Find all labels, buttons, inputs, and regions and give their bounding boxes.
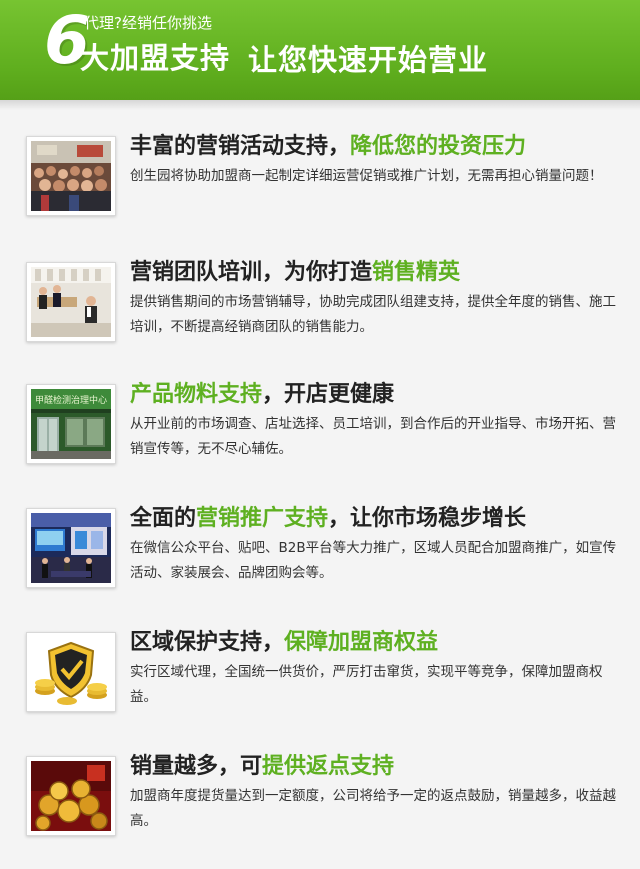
title-highlight: 提供返点支持 (262, 754, 395, 779)
title-prefix: 区域保护支持， (130, 630, 285, 655)
support-item-materials: 甲醛检测治理中心 产品物料支持，开店更健康 从开业前的市场调查、店址选择、员工培… (26, 382, 626, 484)
support-item-description: 加盟商年度提货量达到一定额度，公司将给予一定的返点鼓励，销量越多，收益越高。 (130, 788, 616, 829)
support-item-title: 产品物料支持，开店更健康 (130, 380, 394, 410)
header-tagline: 让您快速开始营业 (248, 43, 489, 77)
training-room-photo-icon (26, 262, 116, 342)
support-item-promotion: 全面的营销推广支持，让你市场稳步增长 在微信公众平台、贴吧、B2B平台等大力推广… (26, 506, 626, 608)
support-item-title: 销量越多，可提供返点支持 (130, 752, 394, 782)
title-prefix: 全面的 (130, 506, 197, 531)
support-item-team-training: 营销团队培训，为你打造销售精英 提供销售期间的市场营销辅导，协助完成团队组建支持… (26, 260, 626, 362)
title-highlight: 保障加盟商权益 (284, 630, 439, 655)
title-highlight: 降低您的投资压力 (350, 134, 527, 159)
title-highlight: 销售精英 (372, 260, 461, 285)
support-item-description: 创生园将协助加盟商一起制定详细运营促销或推广计划，无需再担心销量问题！ (130, 168, 603, 184)
gold-coins-photo-icon (26, 756, 116, 836)
support-item-title: 全面的营销推广支持，让你市场稳步增长 (130, 504, 526, 534)
title-suffix: ，让你市场稳步增长 (328, 506, 527, 531)
crowd-event-photo-icon (26, 136, 116, 216)
shield-coins-icon (26, 632, 116, 712)
header-shadow (0, 100, 640, 110)
header-small-text: 代理?经销任你挑选 (84, 14, 212, 32)
support-item-region-protection: 区域保护支持，保障加盟商权益 实行区域代理，全国统一供货价，严厉打击窜货，实现平… (26, 630, 626, 732)
support-item-description: 在微信公众平台、贴吧、B2B平台等大力推广，区域人员配合加盟商推广，如宣传活动、… (130, 540, 617, 581)
storefront-photo-icon: 甲醛检测治理中心 (26, 384, 116, 464)
title-prefix: 营销团队培训，为你打造 (130, 260, 373, 285)
support-item-description: 实行区域代理，全国统一供货价，严厉打击窜货，实现平等竞争，保障加盟商权益。 (130, 664, 603, 705)
support-item-title: 区域保护支持，保障加盟商权益 (130, 628, 438, 658)
title-prefix: 销量越多，可 (130, 754, 263, 779)
support-item-description: 提供销售期间的市场营销辅导，协助完成团队组建支持，提供全年度的销售、施工培训，不… (130, 294, 616, 335)
title-suffix: ，开店更健康 (262, 382, 395, 407)
header-main-text: 大加盟支持 (80, 41, 231, 75)
title-highlight: 营销推广支持 (196, 506, 329, 531)
support-item-title: 丰富的营销活动支持，降低您的投资压力 (130, 132, 526, 162)
support-item-description: 从开业前的市场调查、店址选择、员工培训，到合作后的开业指导、市场开拓、营销宣传等… (130, 416, 616, 457)
exhibition-booth-photo-icon (26, 508, 116, 588)
header-banner: 6 代理?经销任你挑选 大加盟支持 让您快速开始营业 (0, 0, 640, 100)
title-prefix: 丰富的营销活动支持， (130, 134, 351, 159)
support-item-title: 营销团队培训，为你打造销售精英 (130, 258, 460, 288)
support-item-marketing-activity: 丰富的营销活动支持，降低您的投资压力 创生园将协助加盟商一起制定详细运营促销或推… (26, 134, 626, 236)
store-sign-text: 甲醛检测治理中心 (35, 394, 107, 406)
title-highlight: 产品物料支持 (130, 382, 263, 407)
support-item-rebate: 销量越多，可提供返点支持 加盟商年度提货量达到一定额度，公司将给予一定的返点鼓励… (26, 754, 626, 856)
